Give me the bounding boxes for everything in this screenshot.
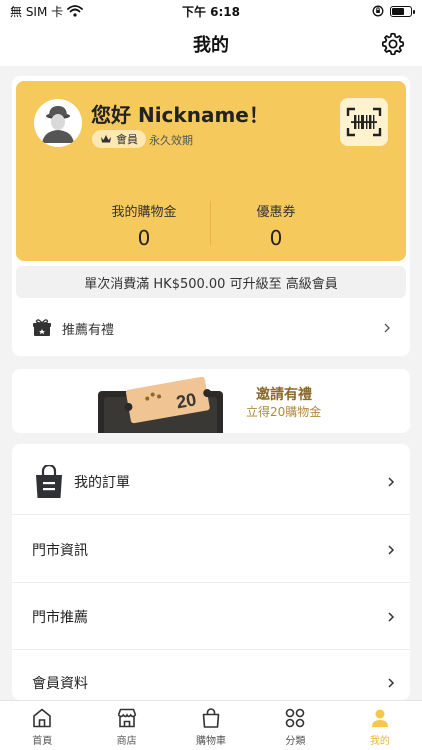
battery-icon — [390, 5, 415, 17]
category-icon — [286, 708, 305, 728]
invite-banner[interactable]: 20 邀請有禮 立得20購物金 — [12, 369, 410, 433]
referral-label: 推薦有禮 — [62, 322, 115, 338]
invite-title: 邀請有禮 — [256, 387, 312, 403]
menu-item-my-orders[interactable]: 我的訂單 — [12, 449, 410, 515]
stat-coupons[interactable]: 優惠券 0 — [181, 201, 371, 250]
coupon-value: 20 — [175, 389, 198, 412]
tab-label: 購物車 — [196, 736, 227, 747]
cart-icon — [202, 708, 220, 728]
menu-list: 我的訂單 門市資訊 門市推薦 會員資料 — [12, 444, 410, 700]
menu-item-store-info[interactable]: 門市資訊 — [12, 517, 410, 583]
tab-cart[interactable]: 購物車 — [169, 701, 253, 750]
store-icon — [117, 708, 136, 728]
invite-subtitle: 立得20購物金 — [246, 405, 322, 419]
coupon-wallet-illustration: 20 — [98, 377, 223, 433]
orientation-lock-icon — [372, 5, 384, 17]
wifi-icon — [67, 5, 84, 17]
tab-store[interactable]: 商店 — [84, 701, 168, 750]
stat-value: 0 — [269, 226, 283, 250]
chevron-right-icon — [388, 476, 395, 487]
profile-icon — [371, 709, 388, 727]
gift-icon — [33, 319, 51, 336]
referral-row[interactable]: 推薦有禮 — [16, 306, 406, 350]
barcode-scan-icon — [346, 107, 382, 137]
nav-bar: 我的 — [0, 22, 422, 66]
status-right — [372, 5, 415, 17]
member-card: 您好 Nickname！ 會員 永久效期 我的購物金 0 優惠券 0 — [16, 81, 406, 261]
tab-label: 分類 — [285, 736, 306, 747]
chevron-right-icon — [384, 323, 390, 333]
status-bar: 無 SIM 卡 下午 6:18 — [0, 0, 422, 22]
menu-item-label: 門市資訊 — [32, 542, 88, 559]
menu-item-store-recommendations[interactable]: 門市推薦 — [12, 584, 410, 650]
crown-icon — [101, 135, 111, 143]
member-label: 會員 — [116, 133, 138, 146]
bottom-tab-bar: 首頁 商店 購物車 分類 我的 — [0, 700, 422, 750]
tab-label: 商店 — [116, 736, 137, 747]
upgrade-notice: 單次消費滿 HK$500.00 可升級至 高級會員 — [16, 266, 406, 298]
menu-item-label: 門市推薦 — [32, 609, 88, 626]
menu-item-member-profile[interactable]: 會員資料 — [12, 650, 410, 700]
tab-home[interactable]: 首頁 — [0, 701, 84, 750]
avatar[interactable] — [34, 99, 82, 147]
tab-label: 我的 — [369, 736, 390, 747]
greeting-text: 您好 Nickname！ — [91, 103, 269, 127]
home-icon — [33, 708, 52, 728]
menu-item-label: 會員資料 — [32, 676, 88, 692]
member-badge: 會員 — [92, 130, 146, 148]
tab-profile[interactable]: 我的 — [338, 701, 422, 750]
shopping-bag-icon — [36, 464, 62, 498]
stat-label: 優惠券 — [256, 205, 296, 220]
validity-text: 永久效期 — [149, 134, 193, 147]
avatar-image — [34, 99, 82, 147]
member-qr-button[interactable] — [340, 98, 388, 146]
carrier-label: 無 SIM 卡 — [10, 4, 64, 19]
chevron-right-icon — [388, 544, 395, 555]
page-title: 我的 — [193, 35, 229, 56]
status-left: 無 SIM 卡 — [10, 3, 84, 20]
tab-label: 首頁 — [32, 736, 53, 747]
tab-categories[interactable]: 分類 — [253, 701, 337, 750]
chevron-right-icon — [388, 678, 395, 688]
chevron-right-icon — [388, 611, 395, 622]
menu-item-label: 我的訂單 — [74, 474, 130, 491]
settings-gear-icon[interactable] — [380, 31, 406, 57]
